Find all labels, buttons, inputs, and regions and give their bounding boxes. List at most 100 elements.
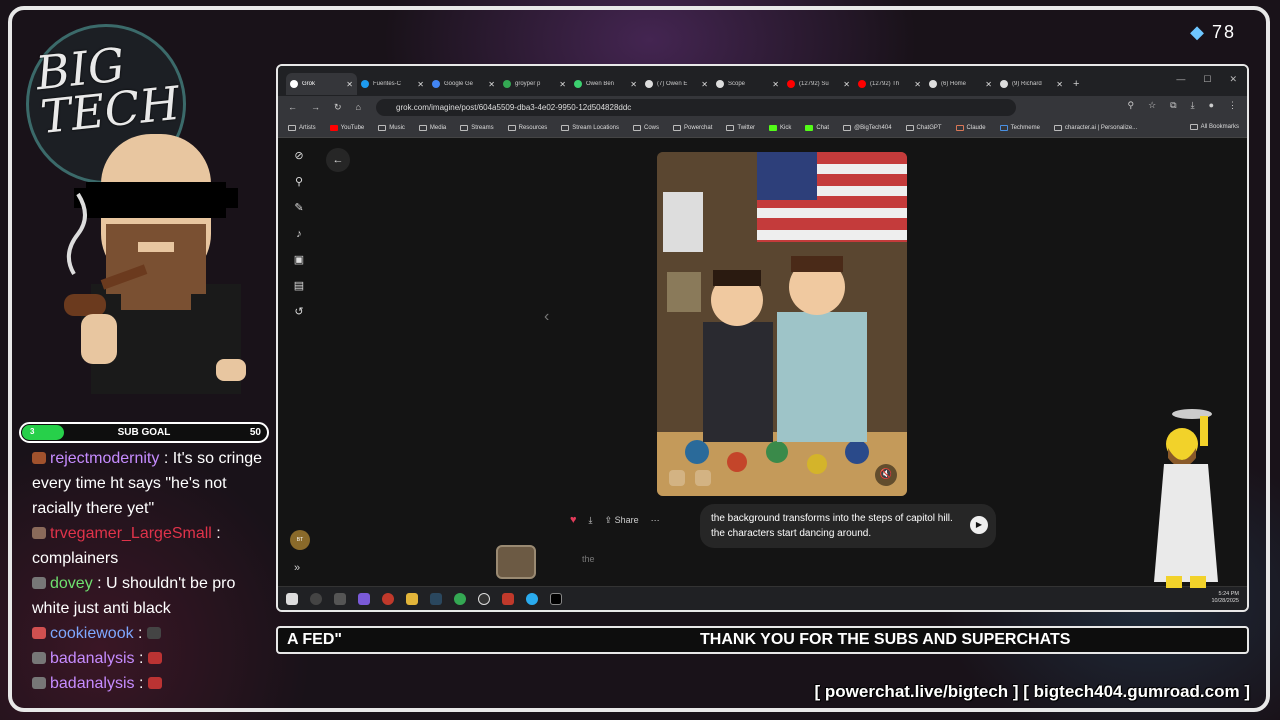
bookmark-item[interactable]: Powerchat bbox=[673, 124, 712, 131]
tab[interactable]: (12792) Th ✕ bbox=[854, 73, 925, 95]
voice-icon[interactable]: ♪ bbox=[296, 228, 302, 240]
image-view-icon[interactable] bbox=[695, 470, 711, 486]
bookmark-star-icon[interactable]: ☆ bbox=[1148, 100, 1156, 111]
bookmark-item[interactable]: @BigTech404 bbox=[843, 124, 892, 131]
imagine-icon[interactable]: ▣ bbox=[294, 254, 304, 266]
app-icon[interactable] bbox=[502, 592, 514, 605]
extensions-icon[interactable]: ⧉ bbox=[1170, 100, 1176, 111]
heart-icon[interactable]: ♥ bbox=[570, 514, 577, 526]
close-window-icon[interactable]: ✕ bbox=[1229, 74, 1237, 85]
menu-icon[interactable]: ⋮ bbox=[1228, 100, 1237, 111]
image-actions: ♥ ⤓ ⇪ Share ⋯ bbox=[570, 508, 660, 532]
folder-icon bbox=[726, 124, 735, 131]
chrome-icon[interactable] bbox=[454, 592, 466, 605]
grid-view-icon[interactable] bbox=[669, 470, 685, 486]
bookmark-label: Streams bbox=[471, 124, 494, 131]
close-tab-icon[interactable]: ✕ bbox=[843, 80, 850, 89]
bookmark-item[interactable]: Artists bbox=[288, 124, 316, 131]
bookmark-item[interactable]: Twitter bbox=[726, 124, 755, 131]
download-icon[interactable]: ⤓ bbox=[589, 515, 593, 526]
tab[interactable]: (6) Home ✕ bbox=[925, 73, 996, 95]
tab[interactable]: (12792) Su ✕ bbox=[783, 73, 854, 95]
steam-icon[interactable] bbox=[430, 592, 442, 605]
close-tab-icon[interactable]: ✕ bbox=[488, 80, 495, 89]
close-tab-icon[interactable]: ✕ bbox=[630, 80, 637, 89]
folder-icon bbox=[1189, 124, 1198, 130]
minimize-icon[interactable]: — bbox=[1176, 74, 1185, 85]
new-tab-icon[interactable]: + bbox=[1073, 78, 1079, 90]
bookmark-item[interactable]: Media bbox=[418, 124, 446, 131]
tab[interactable]: groyper p ✕ bbox=[499, 73, 570, 95]
close-tab-icon[interactable]: ✕ bbox=[559, 80, 566, 89]
close-tab-icon[interactable]: ✕ bbox=[914, 80, 921, 89]
reload-icon[interactable]: ↻ bbox=[334, 102, 342, 113]
address-bar[interactable]: grok.com/imagine/post/604a5509-dba3-4e02… bbox=[376, 99, 1016, 116]
previous-arrow-icon[interactable]: ‹ bbox=[544, 308, 549, 326]
mute-icon[interactable]: 🔇 bbox=[875, 464, 897, 486]
telegram-icon[interactable] bbox=[526, 592, 538, 605]
chrome-icon[interactable] bbox=[382, 592, 394, 605]
close-tab-icon[interactable]: ✕ bbox=[985, 80, 992, 89]
more-icon[interactable]: ⋯ bbox=[651, 515, 660, 526]
close-tab-icon[interactable]: ✕ bbox=[346, 80, 353, 89]
windows-start-icon[interactable] bbox=[286, 592, 298, 605]
bookmark-item[interactable]: Kick bbox=[769, 124, 791, 131]
avatar[interactable]: BT bbox=[290, 530, 310, 550]
maximize-icon[interactable]: ☐ bbox=[1203, 74, 1211, 85]
back-icon[interactable]: ← bbox=[288, 102, 297, 112]
user-badge-icon bbox=[32, 452, 46, 464]
tab[interactable]: Scope ✕ bbox=[712, 73, 783, 95]
user-badge-icon bbox=[32, 577, 46, 589]
chat-username: cookiewook bbox=[50, 625, 134, 642]
all-bookmarks[interactable]: All Bookmarks bbox=[1189, 124, 1239, 130]
bookmark-item[interactable]: Resources bbox=[507, 124, 547, 131]
close-tab-icon[interactable]: ✕ bbox=[772, 80, 779, 89]
bookmark-item[interactable]: Streams bbox=[460, 124, 494, 131]
tab[interactable]: (9) Richard ✕ bbox=[996, 73, 1067, 95]
close-tab-icon[interactable]: ✕ bbox=[417, 80, 424, 89]
expand-sidebar-icon[interactable]: » bbox=[294, 562, 300, 574]
bookmark-item[interactable]: Techmeme bbox=[999, 124, 1040, 131]
bookmark-item[interactable]: Cows bbox=[633, 124, 659, 131]
tab-title: Google Ge bbox=[444, 81, 474, 87]
search-icon[interactable] bbox=[310, 592, 322, 605]
bookmark-item[interactable]: YouTube bbox=[329, 124, 364, 131]
search-icon[interactable]: ⚲ bbox=[295, 176, 303, 188]
share-button[interactable]: ⇪ Share bbox=[605, 515, 639, 526]
forward-icon[interactable]: → bbox=[311, 102, 320, 112]
tab[interactable]: Google Ge ✕ bbox=[428, 73, 499, 95]
zoom-icon[interactable]: ⚲ bbox=[1127, 100, 1134, 111]
generated-image[interactable]: 🔇 bbox=[657, 152, 907, 496]
grok-logo-icon[interactable]: ⊘ bbox=[294, 150, 303, 162]
bookmark-item[interactable]: Stream Locations bbox=[561, 124, 619, 131]
bookmark-item[interactable]: Claude bbox=[955, 124, 986, 131]
back-button[interactable]: ← bbox=[326, 148, 350, 172]
profile-icon[interactable]: ● bbox=[1209, 100, 1214, 111]
tab[interactable]: Fuentes-C ✕ bbox=[357, 73, 428, 95]
play-icon[interactable]: ▶ bbox=[970, 516, 988, 534]
close-tab-icon[interactable]: ✕ bbox=[1056, 80, 1063, 89]
bookmark-label: Chat bbox=[816, 124, 830, 131]
home-icon[interactable]: ⌂ bbox=[356, 102, 361, 112]
download-icon[interactable]: ⤓ bbox=[1191, 100, 1195, 111]
bookmark-item[interactable]: Music bbox=[378, 124, 405, 131]
edit-icon[interactable]: ✎ bbox=[294, 202, 303, 214]
obs-icon[interactable] bbox=[478, 592, 490, 605]
copilot-icon[interactable] bbox=[358, 592, 370, 605]
prompt-input[interactable]: the bbox=[582, 554, 595, 564]
tab[interactable]: (7) Owen E ✕ bbox=[641, 73, 712, 95]
folder-icon bbox=[378, 124, 387, 131]
tab[interactable]: Owen Ben ✕ bbox=[570, 73, 641, 95]
history-icon[interactable]: ↺ bbox=[294, 306, 303, 318]
bookmark-label: Music bbox=[389, 124, 405, 131]
file-explorer-icon[interactable] bbox=[406, 592, 418, 605]
files-icon[interactable]: ▤ bbox=[294, 280, 304, 292]
bookmark-item[interactable]: character.ai | Personalize... bbox=[1053, 124, 1137, 131]
x-icon[interactable] bbox=[550, 592, 562, 605]
bookmark-item[interactable]: Chat bbox=[805, 124, 830, 131]
thumbnail-image[interactable] bbox=[496, 545, 536, 579]
tab-grok[interactable]: Grok ✕ bbox=[286, 73, 357, 95]
task-view-icon[interactable] bbox=[334, 592, 346, 605]
bookmark-item[interactable]: ChatGPT bbox=[905, 124, 942, 131]
close-tab-icon[interactable]: ✕ bbox=[701, 80, 708, 89]
